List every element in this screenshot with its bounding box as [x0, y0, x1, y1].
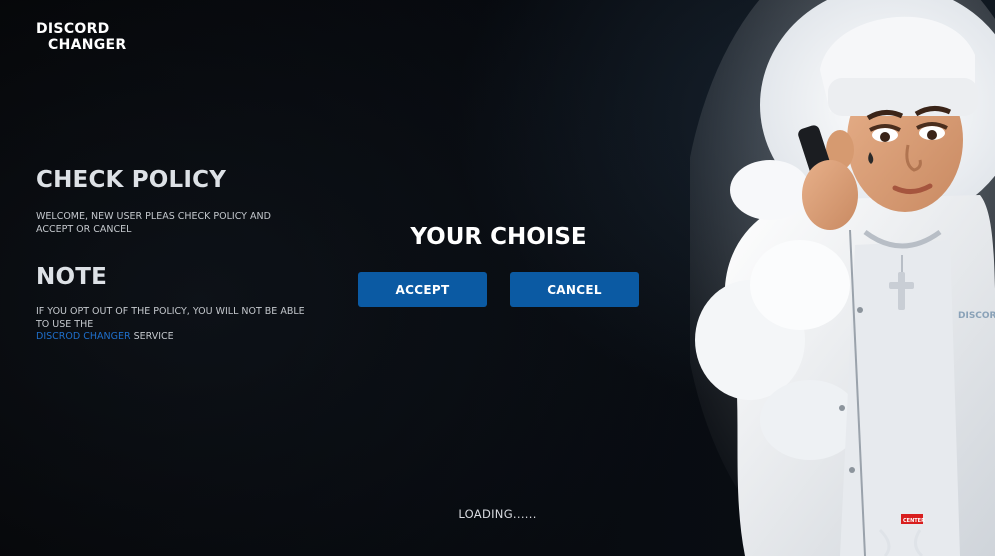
service-link[interactable]: DISCROD CHANGER [36, 331, 131, 342]
jacket-print: DISCORD CHANGER [958, 311, 995, 321]
character-illustration: DISCORD CHANGER CENTER [690, 0, 995, 556]
beanie-cuff [828, 78, 978, 116]
app-logo: DISCORD CHANGER [36, 21, 126, 53]
cancel-button[interactable]: CANCEL [510, 272, 639, 307]
red-label-text: CENTER [903, 518, 925, 524]
accept-button[interactable]: ACCEPT [358, 272, 487, 307]
jacket-snap [839, 405, 845, 411]
right-pupil [927, 130, 937, 140]
discord-changer-app: DISCORD CHANGER CHECK POLICY WELCOME, NE… [0, 0, 995, 556]
note-text-after: SERVICE [133, 331, 174, 342]
note-heading: NOTE [36, 264, 108, 290]
policy-description: WELCOME, NEW USER PLEAS CHECK POLICY AND… [36, 211, 271, 235]
cross-pendant-horizontal [889, 282, 914, 289]
check-policy-heading: CHECK POLICY [36, 167, 227, 193]
logo-line-1: DISCORD [36, 21, 110, 37]
choice-title: YOUR CHOISE [410, 224, 587, 250]
jacket-sleeve-puff [750, 240, 850, 330]
left-pupil [880, 132, 890, 142]
jacket-collar [730, 160, 810, 220]
note-description: IF YOU OPT OUT OF THE POLICY, YOU WILL N… [36, 306, 306, 344]
jacket-snap [857, 307, 863, 313]
cross-pendant-vertical [898, 272, 905, 310]
jacket-sleeve-puff [760, 380, 860, 460]
note-text-before: IF YOU OPT OUT OF THE POLICY, YOU WILL N… [36, 306, 305, 330]
hand [802, 160, 858, 230]
jacket-snap [849, 467, 855, 473]
logo-line-2: CHANGER [48, 37, 127, 53]
